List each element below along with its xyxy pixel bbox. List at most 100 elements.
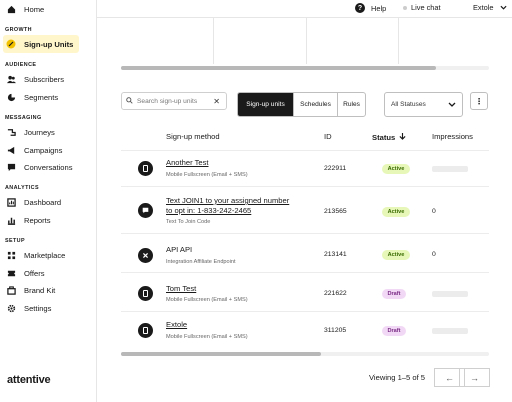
stats-scrollbar[interactable] (121, 66, 489, 70)
brand-kit-icon (6, 285, 16, 295)
row-subtitle: Integration Affiliate Endpoint (166, 259, 236, 265)
row-title[interactable]: Another Test (166, 158, 209, 168)
tab-schedules[interactable]: Schedules (294, 93, 338, 116)
table-scrollbar[interactable] (121, 352, 489, 356)
status-badge: Active (382, 207, 410, 217)
status-badge: Active (382, 250, 410, 260)
nav-home[interactable]: Home (6, 1, 44, 17)
col-header-impressions[interactable]: Impressions (432, 132, 473, 141)
gear-icon (6, 303, 16, 313)
nav-dashboard[interactable]: Dashboard (6, 194, 61, 210)
pagination-status: Viewing 1–5 of 5 (369, 373, 426, 382)
signup-units-icon (6, 39, 16, 49)
row-subtitle: Mobile Fullscreen (Email + SMS) (166, 172, 248, 178)
view-tabs: Sign-up units Schedules Rules (237, 92, 366, 117)
row-subtitle: Mobile Fullscreen (Email + SMS) (166, 334, 248, 340)
sidebar: Home GROWTH Sign-up Units AUDIENCE Subsc… (0, 0, 97, 402)
tab-rules[interactable]: Rules (338, 93, 365, 116)
mobile-icon (138, 286, 153, 301)
close-icon[interactable]: ✕ (213, 97, 220, 106)
row-title-line1[interactable]: Text JOIN1 to your assigned number (166, 196, 289, 206)
account-menu[interactable]: Extole (473, 3, 507, 12)
row-title[interactable]: Extole (166, 320, 187, 330)
stats-strip (122, 18, 490, 64)
integration-icon (138, 248, 153, 263)
row-id: 213565 (324, 208, 347, 215)
impressions-placeholder (432, 328, 468, 334)
divider (121, 233, 489, 234)
impressions-value: 0 (432, 208, 436, 215)
section-setup: SETUP (5, 238, 25, 244)
divider (121, 186, 489, 187)
section-audience: AUDIENCE (5, 62, 37, 68)
divider (121, 150, 489, 151)
status-filter-select[interactable]: All Statuses (384, 92, 463, 117)
next-page-button[interactable]: → (459, 368, 490, 387)
col-header-status[interactable]: Status (372, 132, 406, 142)
nav-conversations[interactable]: Conversations (6, 159, 73, 175)
row-subtitle: Mobile Fullscreen (Email + SMS) (166, 297, 248, 303)
more-options-button[interactable]: ⋮ (470, 92, 488, 110)
section-analytics: ANALYTICS (5, 185, 39, 191)
nav-subscribers[interactable]: Subscribers (6, 71, 64, 87)
status-dot-icon (403, 5, 407, 10)
mobile-icon (138, 161, 153, 176)
message-icon (138, 203, 153, 218)
reports-icon (6, 215, 16, 225)
ticket-icon (6, 268, 16, 278)
status-badge: Draft (382, 289, 406, 299)
row-id: 311205 (324, 327, 347, 334)
help-button[interactable]: ? Help (355, 3, 386, 13)
attentive-logo: attentive (7, 374, 51, 386)
nav-brand-kit[interactable]: Brand Kit (6, 282, 55, 298)
stats-cell (122, 18, 215, 64)
segments-icon (6, 92, 16, 102)
journeys-icon (6, 127, 16, 137)
nav-journeys[interactable]: Journeys (6, 124, 55, 140)
col-header-method[interactable]: Sign-up method (166, 132, 220, 141)
col-header-id[interactable]: ID (324, 132, 332, 141)
help-icon: ? (355, 3, 365, 13)
status-badge: Active (382, 164, 410, 174)
live-chat-button[interactable]: Live chat (403, 3, 441, 12)
divider (121, 272, 489, 273)
nav-campaigns[interactable]: Campaigns (6, 142, 62, 158)
impressions-placeholder (432, 166, 468, 172)
top-bar: ? Help Live chat Extole (97, 0, 512, 18)
row-title[interactable]: API API (166, 245, 192, 255)
section-messaging: MESSAGING (5, 115, 42, 121)
megaphone-icon (6, 145, 16, 155)
chat-icon (6, 162, 16, 172)
dashboard-icon (6, 197, 16, 207)
row-subtitle: Text To Join Code (166, 219, 211, 225)
impressions-value: 0 (432, 251, 436, 258)
nav-reports[interactable]: Reports (6, 212, 51, 228)
scrollbar-thumb[interactable] (121, 352, 321, 356)
search-field[interactable]: Search sign-up units ✕ (121, 92, 227, 110)
mobile-icon (138, 323, 153, 338)
scrollbar-thumb[interactable] (121, 66, 436, 70)
search-icon (126, 96, 133, 106)
grid-icon (6, 250, 16, 260)
nav-settings[interactable]: Settings (6, 300, 51, 316)
divider (121, 311, 489, 312)
search-input[interactable]: Search sign-up units (137, 98, 197, 105)
nav-segments[interactable]: Segments (6, 89, 58, 105)
row-title-line2[interactable]: to opt in: 1-833-242-2465 (166, 206, 251, 216)
stats-cell (307, 18, 399, 64)
row-id: 222911 (324, 165, 347, 172)
stats-cell (399, 18, 490, 64)
people-icon (6, 74, 16, 84)
chevron-down-icon (448, 100, 456, 109)
nav-offers[interactable]: Offers (6, 265, 45, 281)
tab-signup-units[interactable]: Sign-up units (238, 93, 294, 116)
impressions-placeholder (432, 291, 468, 297)
section-growth: GROWTH (5, 27, 32, 33)
nav-signup-units[interactable]: Sign-up Units (3, 35, 80, 53)
nav-marketplace[interactable]: Marketplace (6, 247, 65, 263)
row-title[interactable]: Tom Test (166, 284, 196, 294)
status-badge: Draft (382, 326, 406, 336)
row-id: 213141 (324, 251, 347, 258)
stats-cell (214, 18, 307, 64)
row-id: 221622 (324, 290, 347, 297)
